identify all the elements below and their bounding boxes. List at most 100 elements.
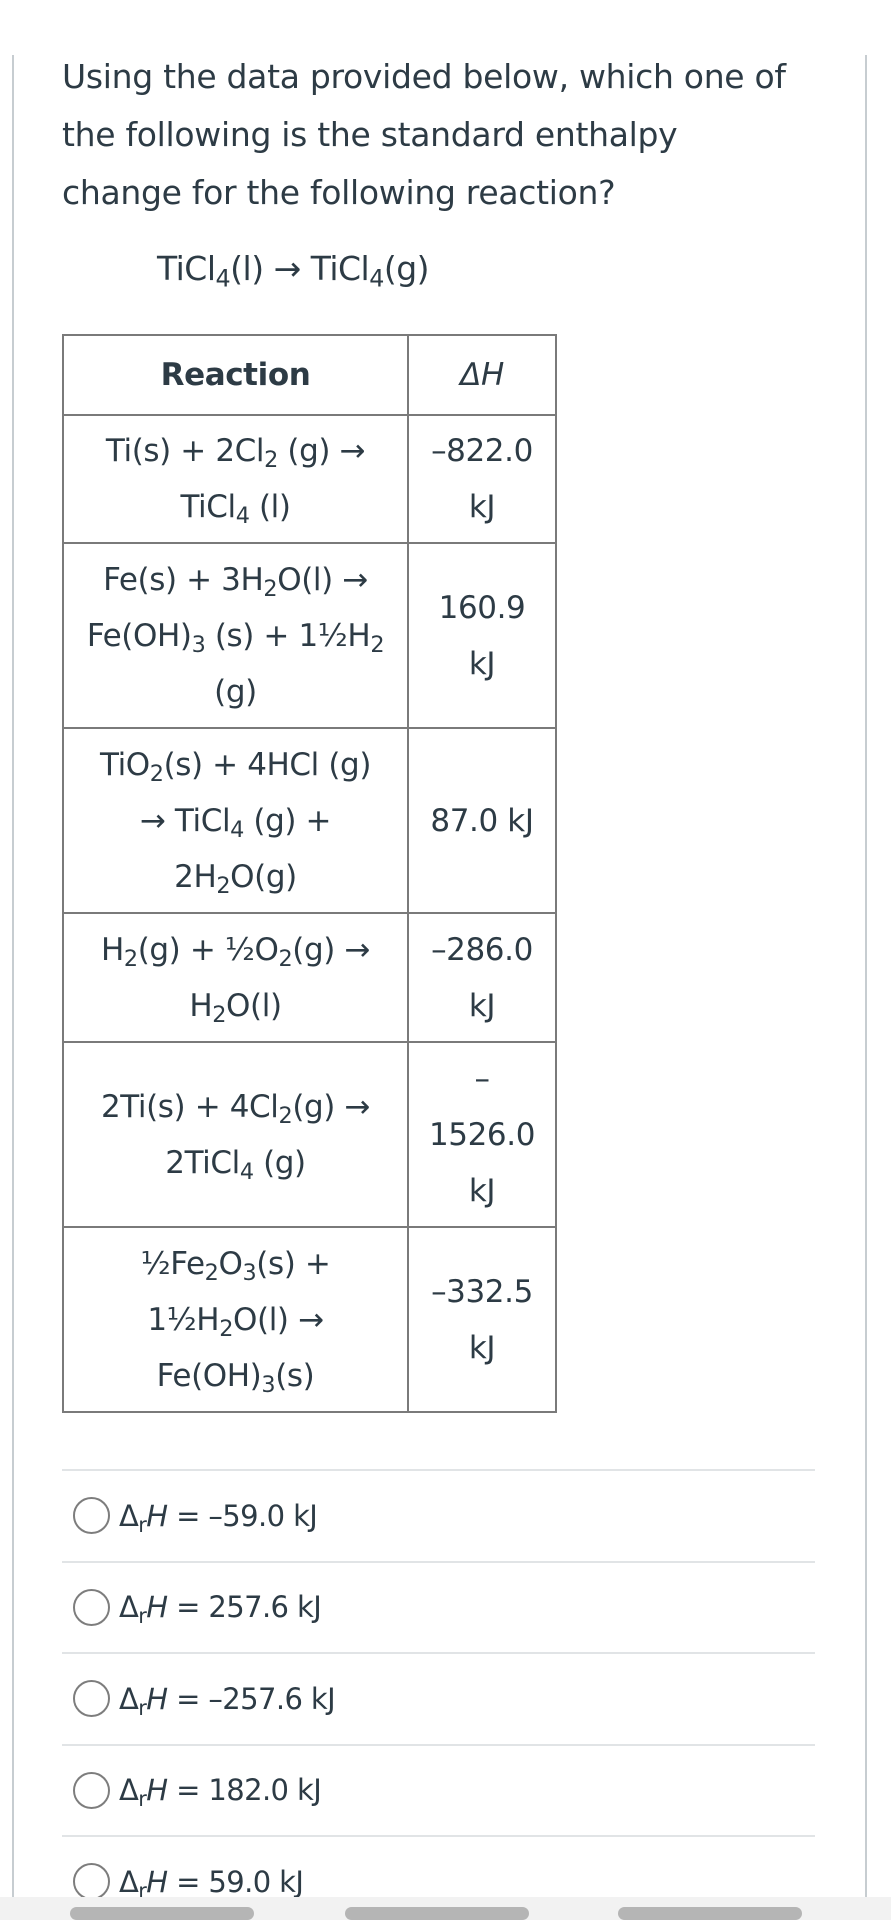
reaction-cell: H2(g) + ½O2(g) → H2O(l): [62, 912, 409, 1043]
subscript: 3: [242, 1259, 257, 1286]
subscript: 2: [263, 575, 278, 602]
answer-value: = 257.6 kJ: [167, 1590, 322, 1625]
answer-option[interactable]: ΔrH = 257.6 kJ: [62, 1560, 815, 1653]
answer-option-label[interactable]: ΔrH = 257.6 kJ: [119, 1590, 322, 1626]
nav-handle-center[interactable]: [345, 1907, 529, 1920]
subscript: 2: [216, 872, 231, 899]
delta-h-value: 87.0 kJ: [430, 802, 534, 839]
answer-option-label[interactable]: ΔrH = 182.0 kJ: [119, 1773, 322, 1809]
question-line: Using the data provided below, which one…: [62, 57, 786, 96]
delta-h-value: –286.0: [431, 931, 533, 968]
delta-h-cell: 87.0 kJ: [407, 727, 557, 914]
radio-button-icon[interactable]: [73, 1588, 110, 1626]
enthalpy-variable: H: [146, 1498, 168, 1533]
subscript: 2: [370, 631, 385, 658]
delta-h-value: kJ: [468, 1172, 496, 1209]
subscript: 2: [212, 1001, 227, 1028]
subscript: 2: [278, 1102, 293, 1129]
reaction-line: → TiCl4 (g) +: [139, 802, 332, 843]
subscript: 2: [149, 760, 164, 787]
subscript: 2: [264, 447, 278, 474]
reaction-line: TiO2(s) + 4HCl (g): [99, 746, 372, 787]
delta-symbol: Δ: [119, 1590, 139, 1625]
question-text: Using the data provided below, which one…: [62, 48, 852, 222]
table-row: TiO2(s) + 4HCl (g) → TiCl4 (g) + 2H2O(g) 87…: [62, 727, 557, 914]
answer-option[interactable]: ΔrH = 182.0 kJ: [62, 1743, 815, 1836]
answer-option-label[interactable]: ΔrH = –59.0 kJ: [119, 1498, 318, 1535]
reaction-cell: 2Ti(s) + 4Cl2(g) → 2TiCl4 (g): [62, 1041, 409, 1228]
nav-handle-left[interactable]: [70, 1907, 254, 1920]
delta-symbol: Δ: [119, 1773, 139, 1808]
question-line: change for the following reaction?: [62, 173, 616, 212]
enthalpy-variable: H: [146, 1773, 168, 1808]
delta-symbol: Δ: [119, 1864, 139, 1899]
table-header-row: Reaction ΔH: [62, 334, 557, 416]
delta-h-cell: –332.5 kJ: [407, 1226, 557, 1413]
subscript: 4: [230, 816, 244, 843]
delta-h-value: kJ: [468, 1329, 496, 1366]
bottom-navigation-bar: [0, 1897, 891, 1920]
delta-h-cell: – 1526.0 kJ: [407, 1041, 557, 1228]
header-delta-h: ΔH: [407, 334, 557, 416]
delta-symbol: Δ: [119, 1498, 139, 1533]
target-reaction-equation: TiCl4(l) → TiCl4(g): [157, 249, 430, 293]
subscript: 2: [123, 945, 138, 972]
answer-value: = 59.0 kJ: [167, 1864, 304, 1899]
reaction-line: Fe(OH)3 (s) + 1½H2: [86, 617, 385, 658]
reaction-line: Ti(s) + 2Cl2 (g) →: [105, 433, 366, 474]
enthalpy-data-table: Reaction ΔH Ti(s) + 2Cl2 (g) → TiCl4 (l) –…: [62, 334, 557, 1413]
answer-value: = 182.0 kJ: [167, 1773, 322, 1808]
delta-h-cell: –286.0 kJ: [407, 912, 557, 1043]
radio-button-icon[interactable]: [73, 1497, 110, 1535]
radio-button-icon[interactable]: [73, 1863, 110, 1901]
delta-h-value: 1526.0: [428, 1116, 536, 1153]
delta-h-value: –: [474, 1060, 490, 1097]
delta-h-cell: 160.9 kJ: [407, 542, 557, 729]
reaction-line: 2TiCl4 (g): [165, 1144, 306, 1185]
question-line: the following is the standard enthalpy: [62, 115, 678, 154]
reaction-cell: ½Fe2O3(s) + 1½H2O(l) → Fe(OH)3(s): [62, 1226, 409, 1413]
radio-button-icon[interactable]: [73, 1771, 110, 1809]
table-row: 2Ti(s) + 4Cl2(g) → 2TiCl4 (g) – 1526.0 kJ: [62, 1041, 557, 1228]
reaction-line: TiCl4 (l): [180, 489, 291, 530]
reaction-line: 2Ti(s) + 4Cl2(g) →: [100, 1088, 371, 1129]
enthalpy-variable: H: [146, 1681, 168, 1716]
answer-value: = –257.6 kJ: [167, 1681, 336, 1716]
reaction-line: H2(g) + ½O2(g) →: [100, 931, 370, 972]
delta-h-value: 160.9: [438, 589, 526, 626]
table-row: H2(g) + ½O2(g) → H2O(l) –286.0 kJ: [62, 912, 557, 1043]
reaction-line: 1½H2O(l) →: [147, 1301, 324, 1342]
subscript: 4: [369, 264, 384, 293]
reaction-line: ½Fe2O3(s) +: [140, 1245, 331, 1286]
table-row: Fe(s) + 3H2O(l) → Fe(OH)3 (s) + 1½H2 (g) 16…: [62, 542, 557, 729]
header-reaction: Reaction: [62, 334, 409, 416]
delta-symbol: Δ: [119, 1681, 139, 1716]
subscript: 2: [204, 1259, 219, 1286]
subscript: 3: [191, 631, 206, 658]
delta-h-value: –822.0: [431, 433, 533, 469]
reaction-line: H2O(l): [189, 987, 282, 1028]
delta-h-value: kJ: [468, 645, 496, 682]
subscript: 2: [278, 945, 293, 972]
table-row: Ti(s) + 2Cl2 (g) → TiCl4 (l) –822.0 kJ: [62, 414, 557, 544]
nav-handle-right[interactable]: [618, 1907, 802, 1920]
answer-option-label[interactable]: ΔrH = –257.6 kJ: [119, 1681, 336, 1718]
answer-option[interactable]: ΔrH = –257.6 kJ: [62, 1652, 815, 1744]
answer-option[interactable]: ΔrH = –59.0 kJ: [62, 1469, 815, 1561]
answer-value: = –59.0 kJ: [167, 1498, 318, 1533]
delta-h-value: kJ: [468, 987, 496, 1024]
answer-option-label[interactable]: ΔrH = 59.0 kJ: [119, 1864, 304, 1901]
reaction-line: 2H2O(g): [174, 858, 297, 899]
answer-options: ΔrH = –59.0 kJ ΔrH = 257.6 kJ ΔrH = –257.6…: [62, 1469, 815, 1927]
reaction-line: (g): [214, 673, 257, 710]
subscript: 4: [239, 1158, 254, 1185]
reaction-cell: TiO2(s) + 4HCl (g) → TiCl4 (g) + 2H2O(g): [62, 727, 409, 914]
enthalpy-variable: H: [146, 1864, 168, 1899]
reaction-cell: Fe(s) + 3H2O(l) → Fe(OH)3 (s) + 1½H2 (g): [62, 542, 409, 729]
enthalpy-variable: H: [146, 1590, 168, 1625]
radio-button-icon[interactable]: [73, 1680, 110, 1718]
reaction-line: Fe(s) + 3H2O(l) →: [103, 561, 368, 602]
subscript: 4: [215, 264, 231, 293]
delta-h-value: –332.5: [431, 1273, 533, 1310]
table-row: ½Fe2O3(s) + 1½H2O(l) → Fe(OH)3(s) –332.5 kJ: [62, 1226, 557, 1413]
